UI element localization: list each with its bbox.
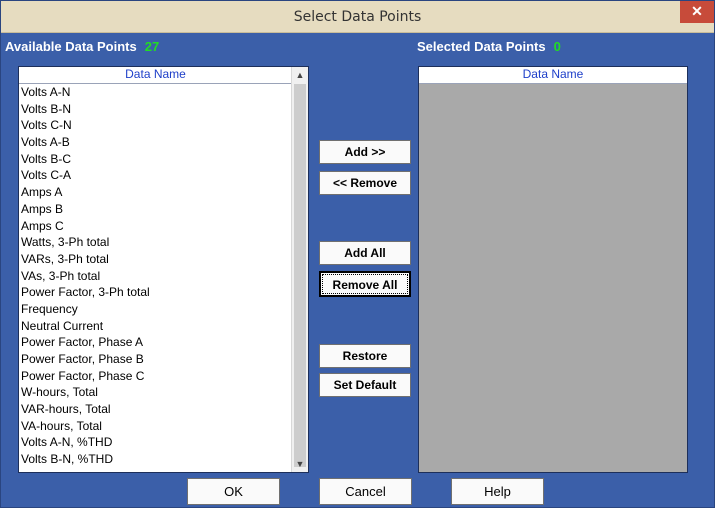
list-item[interactable]: Volts A-B: [19, 134, 292, 151]
help-button[interactable]: Help: [451, 478, 544, 505]
list-item[interactable]: VAs, 3-Ph total: [19, 268, 292, 285]
remove-button-label: << Remove: [332, 176, 398, 190]
ok-button-label: OK: [224, 484, 243, 499]
close-button[interactable]: ✕: [680, 1, 714, 23]
selected-empty-area[interactable]: [419, 84, 687, 472]
list-item[interactable]: Volts C-N: [19, 117, 292, 134]
list-item[interactable]: Volts B-N: [19, 101, 292, 118]
list-item[interactable]: VA-hours, Total: [19, 418, 292, 435]
list-item[interactable]: Amps C: [19, 218, 292, 235]
ok-button[interactable]: OK: [187, 478, 280, 505]
cancel-button[interactable]: Cancel: [319, 478, 412, 505]
list-item[interactable]: Watts, 3-Ph total: [19, 234, 292, 251]
restore-button[interactable]: Restore: [319, 344, 411, 368]
selected-list[interactable]: Data Name: [418, 66, 688, 473]
list-item[interactable]: Power Factor, 3-Ph total: [19, 284, 292, 301]
list-item[interactable]: Power Factor, Phase B: [19, 351, 292, 368]
cancel-button-label: Cancel: [345, 484, 386, 499]
available-scrollbar[interactable]: ▲ ▼: [291, 67, 308, 472]
list-item[interactable]: Amps A: [19, 184, 292, 201]
available-list[interactable]: Data Name Volts A-N Volts B-N Volts C-N Vol…: [18, 66, 309, 473]
available-label: Available Data Points: [5, 39, 137, 54]
remove-button[interactable]: << Remove: [319, 171, 411, 195]
available-rows: Volts A-N Volts B-N Volts C-N Volts A-B Volt…: [19, 84, 292, 472]
help-button-label: Help: [484, 484, 511, 499]
selected-label-group: Selected Data Points 0: [417, 39, 561, 54]
set-default-button-label: Set Default: [333, 378, 397, 392]
restore-button-label: Restore: [342, 349, 388, 363]
add-all-button[interactable]: Add All: [319, 241, 411, 265]
add-button[interactable]: Add >>: [319, 140, 411, 164]
list-item[interactable]: Neutral Current: [19, 318, 292, 335]
remove-all-button-label: Remove All: [332, 278, 398, 292]
selected-label: Selected Data Points: [417, 39, 546, 54]
list-item[interactable]: Power Factor, Phase A: [19, 334, 292, 351]
list-item[interactable]: Volts A-N: [19, 84, 292, 101]
selected-count: 0: [553, 39, 561, 54]
list-item[interactable]: Volts A-N, %THD: [19, 434, 292, 451]
available-column-header[interactable]: Data Name: [19, 67, 292, 84]
title-bar: Select Data Points ✕: [1, 1, 714, 33]
dialog-title: Select Data Points: [293, 9, 422, 25]
list-item[interactable]: VAR-hours, Total: [19, 401, 292, 418]
list-item[interactable]: Volts B-C: [19, 151, 292, 168]
remove-all-button[interactable]: Remove All: [319, 271, 411, 297]
add-button-label: Add >>: [344, 145, 386, 159]
list-item[interactable]: Amps B: [19, 201, 292, 218]
set-default-button[interactable]: Set Default: [319, 373, 411, 397]
list-item[interactable]: Volts B-N, %THD: [19, 451, 292, 468]
list-item[interactable]: Volts C-A: [19, 167, 292, 184]
scroll-up-icon[interactable]: ▲: [292, 67, 308, 83]
selected-column-header[interactable]: Data Name: [419, 67, 687, 84]
available-count: 27: [144, 39, 160, 54]
scroll-thumb[interactable]: [294, 84, 306, 467]
add-all-button-label: Add All: [344, 246, 386, 260]
scroll-down-icon[interactable]: ▼: [292, 456, 308, 472]
list-item[interactable]: Power Factor, Phase C: [19, 368, 292, 385]
list-item[interactable]: Frequency: [19, 301, 292, 318]
list-item[interactable]: VARs, 3-Ph total: [19, 251, 292, 268]
list-item[interactable]: W-hours, Total: [19, 384, 292, 401]
available-label-group: Available Data Points 27: [5, 39, 159, 54]
select-data-points-dialog: Select Data Points ✕ Available Data Poin…: [0, 0, 715, 508]
